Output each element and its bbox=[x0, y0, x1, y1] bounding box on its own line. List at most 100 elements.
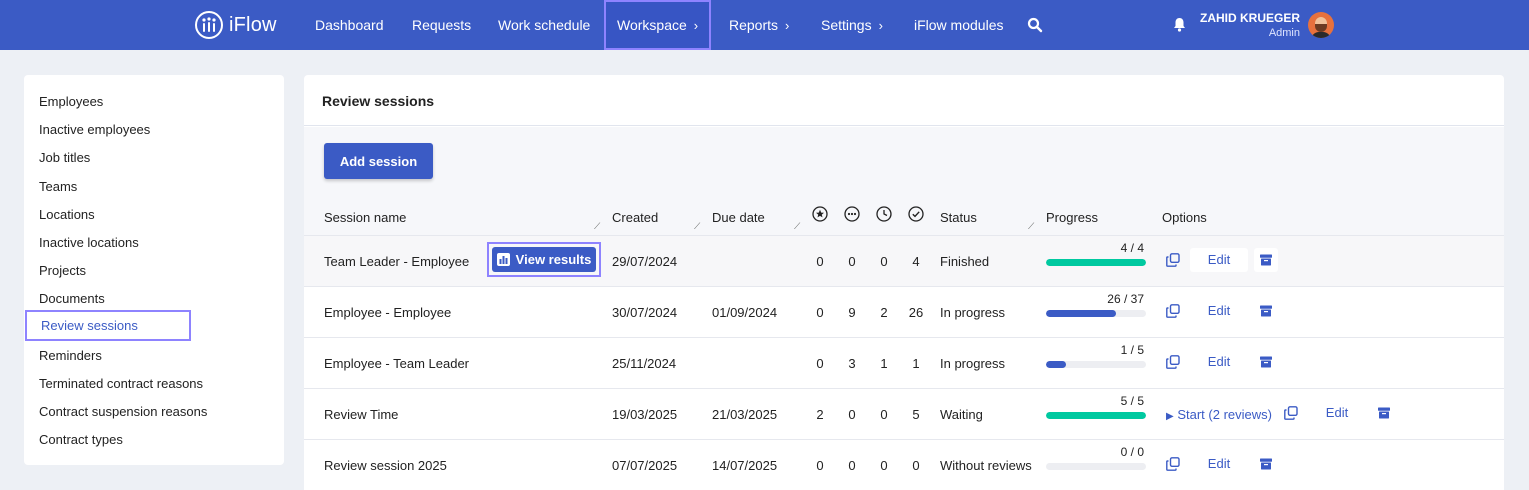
column-status[interactable]: Status bbox=[940, 210, 977, 225]
nav-label: Reports bbox=[729, 17, 779, 33]
check-circle-icon bbox=[908, 206, 924, 222]
copy-icon[interactable] bbox=[1284, 406, 1298, 423]
review-sessions-card: Review sessions Add session Session name… bbox=[304, 75, 1504, 490]
session-name: Review session 2025 bbox=[324, 458, 447, 473]
edit-button[interactable]: Edit bbox=[1190, 299, 1248, 323]
session-name: Employee - Team Leader bbox=[324, 356, 470, 371]
resize-handle[interactable]: ⟋ bbox=[594, 221, 600, 232]
chevron-right-icon: › bbox=[878, 17, 883, 33]
start-review-link[interactable]: ▶ Start (2 reviews) bbox=[1166, 407, 1272, 422]
app-logo[interactable]: iFlow bbox=[195, 10, 277, 40]
progress-fill bbox=[1046, 310, 1116, 317]
view-results-label: View results bbox=[515, 252, 592, 267]
sidebar-item-teams[interactable]: Teams bbox=[39, 179, 77, 194]
sidebar-item-reminders[interactable]: Reminders bbox=[39, 348, 102, 363]
archive-icon[interactable] bbox=[1372, 401, 1396, 425]
count-in-progress: 0 bbox=[880, 458, 888, 473]
sidebar-item-inactive-locations[interactable]: Inactive locations bbox=[39, 235, 139, 250]
clock-icon bbox=[876, 206, 892, 222]
count-completed: 26 bbox=[908, 305, 924, 320]
column-progress[interactable]: Progress bbox=[1046, 210, 1098, 225]
edit-button[interactable]: Edit bbox=[1190, 248, 1248, 272]
count-completed: 0 bbox=[912, 458, 920, 473]
top-navbar: iFlow Dashboard Requests Work schedule W… bbox=[0, 0, 1529, 50]
count-pending: 0 bbox=[848, 254, 856, 269]
sidebar-item-employees[interactable]: Employees bbox=[39, 94, 103, 109]
edit-button[interactable]: Edit bbox=[1308, 401, 1366, 425]
column-created[interactable]: Created bbox=[612, 210, 658, 225]
created-date: 19/03/2025 bbox=[612, 407, 678, 422]
copy-icon[interactable] bbox=[1166, 355, 1180, 372]
progress-text: 0 / 0 bbox=[1120, 445, 1144, 459]
count-pending: 0 bbox=[848, 407, 856, 422]
due-date: 14/07/2025 bbox=[712, 458, 778, 473]
archive-icon[interactable] bbox=[1254, 452, 1278, 476]
count-rating: 0 bbox=[816, 254, 824, 269]
bell-icon[interactable] bbox=[1173, 17, 1186, 32]
archive-icon[interactable] bbox=[1254, 350, 1278, 374]
column-due-date[interactable]: Due date bbox=[712, 210, 765, 225]
count-rating: 0 bbox=[816, 305, 824, 320]
resize-handle[interactable]: ⟋ bbox=[794, 221, 800, 232]
sidebar-item-contract-suspension-reasons[interactable]: Contract suspension reasons bbox=[39, 404, 207, 419]
sidebar-item-review-sessions[interactable]: Review sessions bbox=[25, 310, 191, 341]
created-date: 07/07/2025 bbox=[612, 458, 678, 473]
nav-label: Dashboard bbox=[315, 17, 384, 33]
progress-text: 5 / 5 bbox=[1120, 394, 1144, 408]
progress-bar bbox=[1046, 412, 1146, 419]
created-date: 30/07/2024 bbox=[612, 305, 678, 320]
copy-icon[interactable] bbox=[1166, 253, 1180, 270]
nav-label: Settings bbox=[821, 17, 872, 33]
nav-reports[interactable]: Reports › bbox=[729, 0, 789, 50]
archive-icon[interactable] bbox=[1254, 248, 1278, 272]
column-session-name[interactable]: Session name bbox=[324, 210, 406, 225]
user-name[interactable]: ZAHID KRUEGER bbox=[1200, 11, 1300, 25]
nav-label: Workspace bbox=[617, 17, 687, 33]
copy-icon[interactable] bbox=[1166, 457, 1180, 474]
session-name: Review Time bbox=[324, 407, 399, 422]
count-completed: 4 bbox=[912, 254, 920, 269]
count-completed: 5 bbox=[912, 407, 920, 422]
sidebar-item-locations[interactable]: Locations bbox=[39, 207, 95, 222]
table-header: Session name ⟋ Created ⟋ Due date ⟋ Stat… bbox=[304, 197, 1504, 235]
nav-iflow-modules[interactable]: iFlow modules bbox=[914, 0, 1003, 50]
due-date: 01/09/2024 bbox=[712, 305, 778, 320]
session-name: Employee - Employee bbox=[324, 305, 452, 320]
progress-text: 1 / 5 bbox=[1120, 343, 1144, 357]
archive-icon[interactable] bbox=[1254, 299, 1278, 323]
nav-requests[interactable]: Requests bbox=[412, 0, 471, 50]
edit-button[interactable]: Edit bbox=[1190, 350, 1248, 374]
progress-fill bbox=[1046, 361, 1066, 368]
nav-work-schedule[interactable]: Work schedule bbox=[498, 0, 590, 50]
nav-workspace[interactable]: Workspace › bbox=[604, 0, 712, 50]
created-date: 29/07/2024 bbox=[612, 254, 678, 269]
sidebar-item-projects[interactable]: Projects bbox=[39, 263, 86, 278]
count-completed: 1 bbox=[912, 356, 920, 371]
nav-settings[interactable]: Settings › bbox=[821, 0, 883, 50]
status-text: In progress bbox=[940, 356, 1006, 371]
status-text: Waiting bbox=[940, 407, 983, 422]
sidebar-item-job-titles[interactable]: Job titles bbox=[39, 150, 90, 165]
view-results-button[interactable]: View results bbox=[487, 242, 601, 277]
copy-icon[interactable] bbox=[1166, 304, 1180, 321]
play-icon: ▶ bbox=[1166, 411, 1174, 422]
sidebar-item-terminated-contract-reasons[interactable]: Terminated contract reasons bbox=[39, 376, 203, 391]
progress-text: 26 / 37 bbox=[1107, 292, 1144, 306]
sidebar-item-contract-types[interactable]: Contract types bbox=[39, 432, 123, 447]
sidebar-item-inactive-employees[interactable]: Inactive employees bbox=[39, 122, 150, 137]
nav-dashboard[interactable]: Dashboard bbox=[315, 0, 384, 50]
count-pending: 3 bbox=[848, 356, 856, 371]
table-row: Employee - Team Leader 25/11/2024 0 3 1 1 In p… bbox=[304, 337, 1504, 388]
search-icon[interactable] bbox=[1027, 17, 1043, 33]
resize-handle[interactable]: ⟋ bbox=[694, 221, 700, 232]
avatar[interactable] bbox=[1308, 12, 1334, 38]
add-session-button[interactable]: Add session bbox=[324, 143, 433, 179]
table-row: Review Time 19/03/2025 21/03/2025 2 0 0 5 Waiti… bbox=[304, 388, 1504, 439]
sidebar-item-documents[interactable]: Documents bbox=[39, 291, 105, 306]
chevron-right-icon: › bbox=[693, 17, 699, 33]
edit-button[interactable]: Edit bbox=[1190, 452, 1248, 476]
status-text: Finished bbox=[940, 254, 990, 269]
table-row: Employee - Employee 30/07/2024 01/09/2024 0… bbox=[304, 286, 1504, 337]
resize-handle[interactable]: ⟋ bbox=[1028, 221, 1034, 232]
progress-fill bbox=[1046, 412, 1146, 419]
